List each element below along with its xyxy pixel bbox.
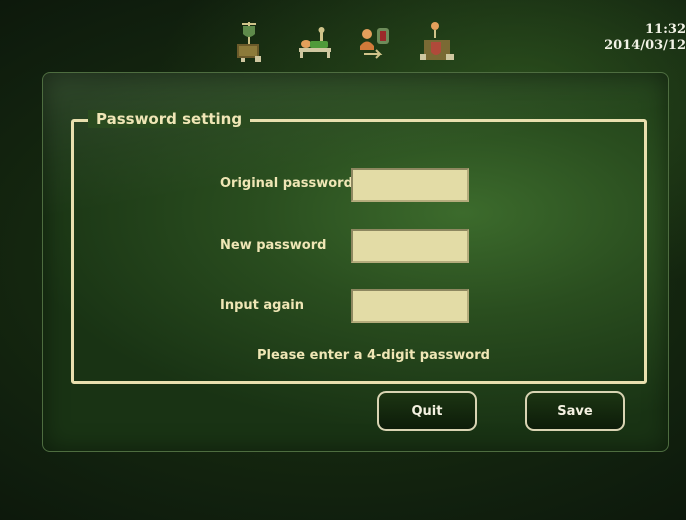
password-setting-group: Password setting Original password New p… <box>71 110 647 384</box>
new-password-input[interactable] <box>351 229 469 263</box>
clock-time: 11:32 <box>645 22 686 37</box>
input-again-label: Input again <box>220 298 304 313</box>
clock-date: 2014/03/12 <box>604 38 686 53</box>
password-setting-panel: Password setting Original password New p… <box>42 72 669 452</box>
patient-bed-icon[interactable] <box>296 20 336 64</box>
input-again-input[interactable] <box>351 289 469 323</box>
quit-button[interactable]: Quit <box>377 391 477 431</box>
top-bar: 11:32 2014/03/12 <box>0 0 686 64</box>
nurse-transfer-icon[interactable] <box>356 20 396 64</box>
original-password-label: Original password <box>220 176 353 191</box>
clock: 11:32 2014/03/12 <box>604 22 686 54</box>
password-setting-title: Password setting <box>88 110 251 128</box>
drip-stand-icon[interactable] <box>233 20 273 64</box>
new-password-label: New password <box>220 238 327 253</box>
original-password-input[interactable] <box>351 168 469 202</box>
save-button[interactable]: Save <box>525 391 625 431</box>
patient-drip-icon[interactable] <box>418 20 458 64</box>
password-hint: Please enter a 4-digit password <box>257 348 490 363</box>
screen-background: 11:32 2014/03/12 Password setting Origin… <box>0 0 686 520</box>
